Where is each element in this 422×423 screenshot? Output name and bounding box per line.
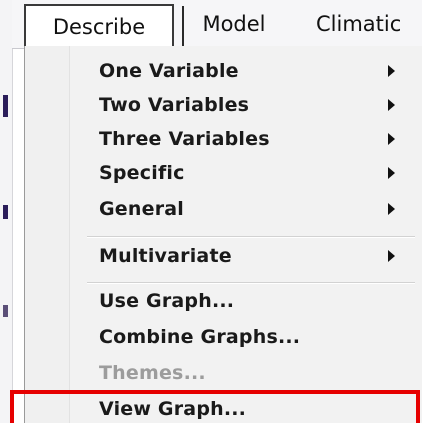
describe-dropdown-menu: One Variable Two Variables Three Variabl… <box>24 46 422 423</box>
submenu-arrow-icon <box>388 203 395 215</box>
menu-item-label: Multivariate <box>99 245 232 267</box>
menu-item-one-variable[interactable]: One Variable <box>99 54 411 88</box>
menu-describe[interactable]: Describe <box>24 4 174 48</box>
menu-model[interactable]: Model <box>182 0 286 48</box>
application-window: Describe Model Climatic One Variable Two… <box>0 0 422 423</box>
underlying-content-mark <box>3 205 8 219</box>
highlight-annotation-box <box>10 390 420 423</box>
menu-item-combine-graphs[interactable]: Combine Graphs... <box>99 320 411 354</box>
menu-item-use-graph[interactable]: Use Graph... <box>99 284 411 318</box>
menu-item-general[interactable]: General <box>99 192 411 226</box>
submenu-arrow-icon <box>388 250 395 262</box>
menu-item-label: One Variable <box>99 60 239 82</box>
menu-item-multivariate[interactable]: Multivariate <box>99 239 411 273</box>
underlying-content-mark <box>3 95 8 117</box>
menu-item-specific[interactable]: Specific <box>99 156 411 190</box>
menu-item-label: Combine Graphs... <box>99 326 301 348</box>
menu-item-label: Use Graph... <box>99 290 235 312</box>
menu-item-label: Two Variables <box>99 94 250 116</box>
underlying-window-edge <box>0 0 13 423</box>
menu-item-label: Specific <box>99 162 185 184</box>
submenu-arrow-icon <box>388 167 395 179</box>
menu-item-themes: Themes... <box>99 356 411 390</box>
menu-item-two-variables[interactable]: Two Variables <box>99 88 411 122</box>
menu-climatic[interactable]: Climatic <box>304 0 422 48</box>
menu-item-label: Three Variables <box>99 128 270 150</box>
menu-item-three-variables[interactable]: Three Variables <box>99 122 411 156</box>
menu-item-label: Themes... <box>99 362 206 384</box>
submenu-arrow-icon <box>388 133 395 145</box>
submenu-arrow-icon <box>388 99 395 111</box>
menu-item-label: General <box>99 198 184 220</box>
underlying-content-mark <box>3 305 8 317</box>
submenu-arrow-icon <box>388 65 395 77</box>
menu-bar: Describe Model Climatic <box>12 0 422 49</box>
menu-separator <box>87 236 415 238</box>
menu-icon-gutter <box>25 46 70 423</box>
